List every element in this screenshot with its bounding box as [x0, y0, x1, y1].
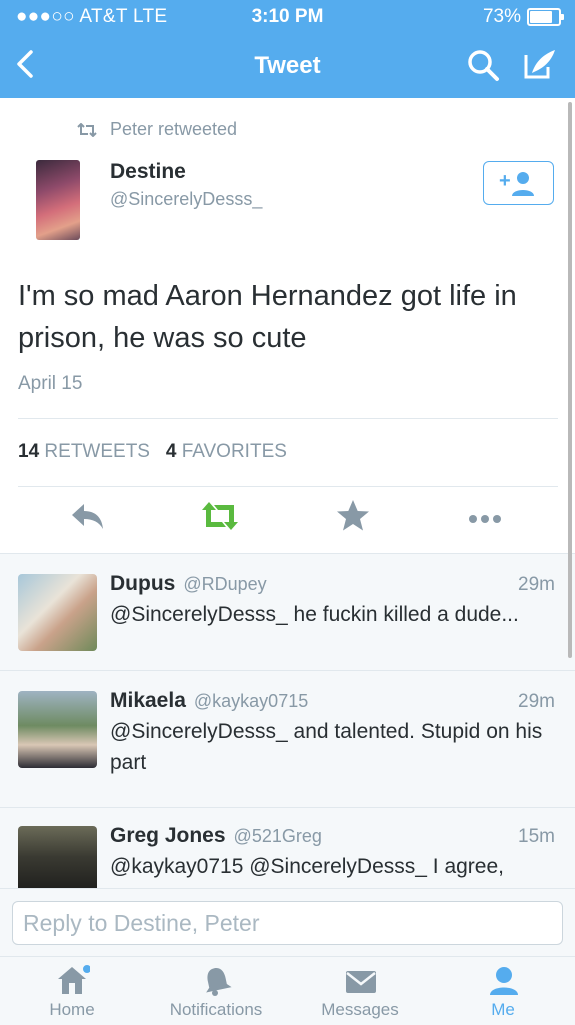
tab-messages[interactable]: Messages	[300, 957, 420, 1025]
retweet-icon[interactable]	[198, 496, 242, 536]
reply-avatar[interactable]	[18, 574, 97, 651]
battery-percent: 73%	[482, 6, 521, 27]
reply-time: 29m	[518, 574, 555, 595]
tweet-stats: 14 RETWEETS 4 FAVORITES	[18, 441, 287, 463]
search-icon[interactable]	[466, 48, 500, 82]
svg-text:+: +	[499, 170, 511, 192]
favorites-stat[interactable]: 4 FAVORITES	[166, 441, 287, 462]
retweeted-by-label: Peter retweeted	[110, 119, 238, 139]
reply-avatar[interactable]	[18, 691, 97, 768]
author-avatar[interactable]	[36, 160, 80, 240]
replies-list: Dupus @RDupey 29m @SincerelyDesss_ he fuc…	[0, 553, 575, 889]
reply-time: 29m	[518, 691, 555, 712]
scrollbar[interactable]	[568, 102, 572, 658]
author-name[interactable]: Destine	[110, 160, 186, 184]
compose-icon[interactable]	[522, 47, 558, 81]
divider	[18, 418, 558, 419]
reply-handle: @kaykay0715	[193, 691, 309, 711]
battery-icon	[527, 8, 564, 26]
tab-notifications[interactable]: Notifications	[156, 957, 276, 1025]
reply-author[interactable]: Dupus @RDupey	[110, 572, 267, 596]
bell-icon	[206, 968, 232, 996]
tweet-text: I'm so mad Aaron Hernandez got life in p…	[18, 280, 517, 354]
tab-notifications-label: Notifications	[169, 1000, 263, 1019]
reply-icon[interactable]	[68, 496, 108, 536]
tweet-actions	[0, 496, 575, 546]
tab-messages-label: Messages	[321, 1000, 399, 1019]
reply-text: @SincerelyDesss_ and talented. Stupid on…	[110, 720, 543, 774]
add-user-icon: +	[499, 170, 534, 196]
author-handle[interactable]: @SincerelyDesss_	[110, 189, 262, 210]
reply-time: 15m	[518, 826, 555, 847]
person-icon	[490, 967, 518, 995]
retweets-stat[interactable]: 14 RETWEETS	[18, 441, 150, 462]
reply-author[interactable]: Greg Jones @521Greg	[110, 824, 322, 848]
home-icon	[58, 965, 90, 994]
battery-status: 73%	[482, 6, 564, 28]
reply-item[interactable]: Greg Jones @521Greg 15m @kaykay0715 @Sinc…	[0, 808, 575, 889]
reply-item[interactable]: Dupus @RDupey 29m @SincerelyDesss_ he fuc…	[0, 554, 575, 671]
favorite-icon[interactable]	[333, 496, 373, 536]
tab-home-label: Home	[49, 1000, 95, 1019]
reply-input[interactable]	[12, 901, 563, 945]
tab-home[interactable]: Home	[12, 957, 132, 1025]
reply-avatar[interactable]	[18, 826, 97, 889]
reply-handle: @RDupey	[183, 574, 267, 594]
tab-me-label: Me	[491, 1000, 515, 1019]
reply-author[interactable]: Mikaela @kaykay0715	[110, 689, 308, 713]
tab-bar: Home Notifications Messages Me	[0, 956, 575, 1025]
reply-item[interactable]: Mikaela @kaykay0715 29m @SincerelyDesss_ …	[0, 671, 575, 808]
tweet-date[interactable]: April 15	[18, 373, 82, 395]
retweet-small-icon	[77, 122, 97, 137]
retweeted-by[interactable]: Peter retweeted	[76, 119, 237, 140]
reply-text: @kaykay0715 @SincerelyDesss_ I agree,	[110, 855, 504, 878]
reply-handle: @521Greg	[233, 826, 322, 846]
app-header: ●●●○○ AT&T LTE 3:10 PM 73% Tweet	[0, 0, 575, 98]
reply-text: @SincerelyDesss_ he fuckin killed a dude…	[110, 603, 519, 626]
follow-button[interactable]: +	[483, 161, 554, 205]
tab-me[interactable]: Me	[443, 957, 563, 1025]
divider	[18, 486, 558, 487]
envelope-icon	[346, 971, 376, 993]
more-icon[interactable]	[465, 496, 505, 536]
reply-bar	[0, 888, 575, 957]
